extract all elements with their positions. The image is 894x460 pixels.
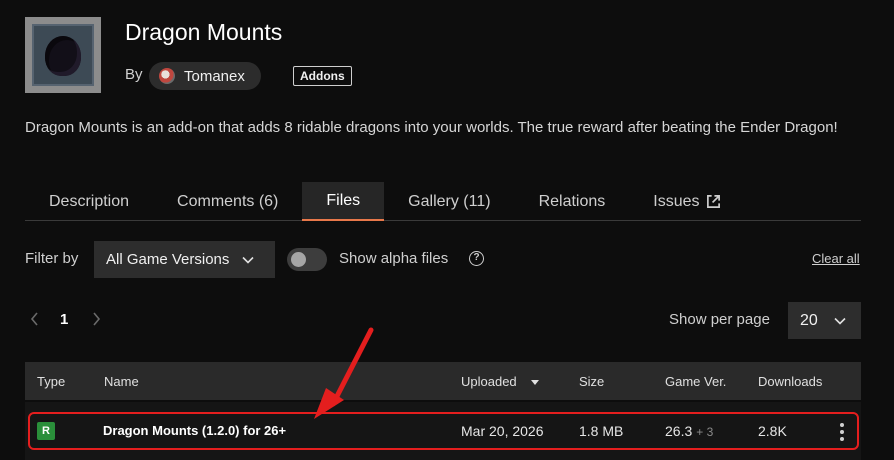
filter-by-label: Filter by [25, 250, 79, 267]
column-uploaded[interactable]: Uploaded [461, 374, 539, 389]
by-label: By [125, 66, 143, 83]
toggle-knob [291, 252, 306, 267]
tab-gallery[interactable]: Gallery (11) [384, 182, 514, 221]
project-tabs: Description Comments (6) Files Gallery (… [25, 182, 861, 221]
question-mark-icon[interactable]: ? [469, 251, 484, 266]
game-version-select[interactable]: All Game Versions [94, 241, 275, 278]
per-page-label: Show per page [669, 311, 770, 328]
current-page-number[interactable]: 1 [60, 311, 68, 328]
show-alpha-label: Show alpha files [339, 250, 449, 267]
chevron-down-icon [834, 317, 846, 325]
chevron-down-icon [242, 256, 254, 264]
project-title: Dragon Mounts [125, 19, 283, 45]
sort-desc-icon [530, 380, 539, 386]
column-name: Name [104, 374, 139, 389]
author-name: Tomanex [184, 67, 245, 85]
per-page-value: 20 [800, 311, 818, 329]
annotation-arrow-icon [314, 327, 374, 419]
chevron-right-icon[interactable] [92, 312, 101, 326]
column-downloads: Downloads [758, 374, 823, 389]
category-badge[interactable]: Addons [293, 66, 352, 86]
avatar [159, 68, 175, 84]
show-alpha-toggle[interactable] [287, 248, 327, 271]
tab-relations[interactable]: Relations [515, 182, 630, 221]
project-files-page: Dragon Mounts By Tomanex Addons Dragon M… [0, 0, 894, 460]
column-type: Type [37, 374, 66, 389]
author-link[interactable]: Tomanex [149, 62, 261, 90]
project-description: Dragon Mounts is an add-on that adds 8 r… [25, 119, 838, 136]
annotation-highlight-box [28, 412, 859, 450]
per-page-select[interactable]: 20 [788, 302, 861, 339]
files-table-header: Type Name Uploaded Size Game Ver. Downlo… [25, 362, 861, 400]
clear-all-link[interactable]: Clear all [812, 251, 860, 266]
tab-description[interactable]: Description [25, 182, 153, 221]
chevron-left-icon[interactable] [30, 312, 39, 326]
tab-issues[interactable]: Issues [629, 182, 744, 221]
game-version-value: All Game Versions [106, 251, 230, 268]
dragon-egg-icon [32, 24, 94, 86]
column-game-version: Game Ver. [665, 374, 727, 389]
project-thumbnail [25, 17, 101, 93]
column-size: Size [579, 374, 605, 389]
external-link-icon [706, 195, 720, 208]
tab-files[interactable]: Files [302, 182, 385, 221]
tab-comments[interactable]: Comments (6) [153, 182, 302, 221]
